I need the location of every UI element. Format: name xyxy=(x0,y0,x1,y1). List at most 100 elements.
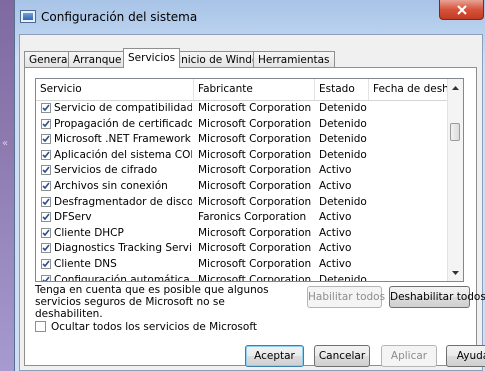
service-checkbox[interactable] xyxy=(41,180,51,191)
manufacturer-cell: Microsoft Corporation xyxy=(198,226,312,239)
service-checkbox[interactable] xyxy=(41,243,51,254)
service-name-cell: Aplicación del sistema COM+ xyxy=(54,148,192,161)
service-checkbox[interactable] xyxy=(41,118,51,129)
status-cell: Detenido xyxy=(319,133,367,146)
close-button[interactable] xyxy=(439,0,484,20)
table-row[interactable]: Diagnostics Tracking Service Microsoft Co… xyxy=(36,241,448,257)
checkmark-icon xyxy=(42,198,50,205)
status-cell: Detenido xyxy=(319,273,367,282)
manufacturer-cell: Microsoft Corporation xyxy=(198,257,312,270)
service-checkbox[interactable] xyxy=(41,165,51,176)
services-panel: Servicio Fabricante Estado Fecha de desh… xyxy=(24,67,485,366)
dialog-client-area: General Arranque Servicios Inicio de Win… xyxy=(19,34,485,371)
enable-all-button[interactable]: Habilitar todos xyxy=(307,286,385,308)
scroll-down-button[interactable] xyxy=(448,265,463,280)
service-checkbox[interactable] xyxy=(41,196,51,207)
manufacturer-cell: Microsoft Corporation xyxy=(198,117,312,130)
status-cell: Detenido xyxy=(319,117,367,130)
checkmark-icon xyxy=(42,182,50,190)
header-fabricante[interactable]: Fabricante xyxy=(194,79,315,100)
status-cell: Detenido xyxy=(319,148,367,161)
checkmark-icon xyxy=(42,276,50,281)
hide-ms-services-label: Ocultar todos los servicios de Microsoft xyxy=(51,321,257,333)
scroll-up-button[interactable] xyxy=(448,80,463,95)
service-name-cell: Cliente DNS xyxy=(54,257,117,270)
checkmark-icon xyxy=(42,213,50,221)
close-icon xyxy=(456,4,467,15)
checkmark-icon xyxy=(42,260,50,268)
service-name-cell: Servicios de cifrado xyxy=(54,164,158,177)
header-servicio[interactable]: Servicio xyxy=(36,79,194,100)
table-row[interactable]: Servicios de cifrado Microsoft Corporatio… xyxy=(36,163,448,179)
manufacturer-cell: Microsoft Corporation xyxy=(198,195,312,208)
status-cell: Activo xyxy=(319,211,352,224)
service-name-cell: Diagnostics Tracking Service xyxy=(54,242,192,255)
table-row[interactable]: Microsoft .NET Framework NGEN... Microsof… xyxy=(36,132,448,148)
table-row[interactable]: Aplicación del sistema COM+ Microsoft Cor… xyxy=(36,148,448,164)
service-name-cell: Configuración automática de red... xyxy=(54,273,192,282)
status-cell: Activo xyxy=(319,242,352,255)
apply-button[interactable]: Aplicar xyxy=(381,345,437,367)
system-config-window: Configuración del sistema General Arranq… xyxy=(14,0,485,371)
services-list[interactable]: Servicio Fabricante Estado Fecha de desh… xyxy=(35,78,464,282)
status-cell: Activo xyxy=(319,257,352,270)
tab-arranque[interactable]: Arranque xyxy=(68,51,127,67)
title-bar[interactable]: Configuración del sistema xyxy=(15,0,485,34)
status-cell: Activo xyxy=(319,164,352,177)
disable-all-button[interactable]: Deshabilitar todos xyxy=(389,286,485,308)
service-checkbox[interactable] xyxy=(41,103,51,113)
table-row[interactable]: Archivos sin conexión Microsoft Corporati… xyxy=(36,179,448,195)
scroll-thumb[interactable] xyxy=(450,123,460,141)
arrow-up-icon xyxy=(452,85,459,90)
service-name-cell: Microsoft .NET Framework NGEN... xyxy=(54,133,192,146)
service-checkbox[interactable] xyxy=(41,274,51,281)
checkmark-icon xyxy=(42,151,50,158)
vertical-scrollbar[interactable] xyxy=(447,79,463,281)
checkmark-icon xyxy=(42,120,50,127)
table-row[interactable]: Propagación de certificados Microsoft Cor… xyxy=(36,117,448,133)
status-cell: Activo xyxy=(319,179,352,192)
status-cell: Detenido xyxy=(319,102,367,114)
checkmark-icon xyxy=(42,104,50,112)
arrow-down-icon xyxy=(452,270,459,275)
service-name-cell: Cliente DHCP xyxy=(54,226,124,239)
info-note: Tenga en cuenta que es posible que algun… xyxy=(35,284,269,320)
table-row[interactable]: Configuración automática de red... Micros… xyxy=(36,273,448,282)
manufacturer-cell: Microsoft Corporation xyxy=(198,164,312,177)
status-cell: Activo xyxy=(319,226,352,239)
table-row[interactable]: Cliente DHCP Microsoft Corporation Activo xyxy=(36,226,448,242)
window-title: Configuración del sistema xyxy=(41,10,198,24)
service-checkbox[interactable] xyxy=(41,134,51,145)
hide-ms-services-checkbox[interactable] xyxy=(35,321,46,332)
manufacturer-cell: Faronics Corporation xyxy=(198,211,307,224)
table-row[interactable]: Servicio de compatibilidad con Bl... Micr… xyxy=(36,101,448,117)
service-checkbox[interactable] xyxy=(41,258,51,269)
ok-button[interactable]: Aceptar xyxy=(245,345,304,367)
help-button[interactable]: Ayuda xyxy=(446,345,485,367)
service-name-cell: Servicio de compatibilidad con Bl... xyxy=(54,102,192,114)
header-estado[interactable]: Estado xyxy=(315,79,369,100)
service-name-cell: Archivos sin conexión xyxy=(54,179,168,192)
manufacturer-cell: Microsoft Corporation xyxy=(198,242,312,255)
manufacturer-cell: Microsoft Corporation xyxy=(198,148,312,161)
service-name-cell: Desfragmentador de disco xyxy=(54,195,192,208)
table-row[interactable]: DFServ Faronics Corporation Activo xyxy=(36,210,448,226)
checkmark-icon xyxy=(42,166,50,174)
checkmark-icon xyxy=(42,229,50,236)
manufacturer-cell: Microsoft Corporation xyxy=(198,133,312,146)
tab-servicios[interactable]: Servicios xyxy=(123,48,181,68)
cancel-button[interactable]: Cancelar xyxy=(314,345,370,367)
service-checkbox[interactable] xyxy=(41,212,51,223)
table-row[interactable]: Desfragmentador de disco Microsoft Corpor… xyxy=(36,195,448,211)
status-cell: Detenido xyxy=(319,195,367,208)
checkmark-icon xyxy=(42,244,50,252)
header-fecha[interactable]: Fecha de desha... xyxy=(369,79,448,100)
service-checkbox[interactable] xyxy=(41,227,51,238)
desktop-background: « xyxy=(0,0,14,371)
service-name-cell: Propagación de certificados xyxy=(54,117,192,130)
service-checkbox[interactable] xyxy=(41,149,51,160)
tab-herramientas[interactable]: Herramientas xyxy=(253,51,335,67)
service-name-cell: DFServ xyxy=(54,211,92,224)
table-row[interactable]: Cliente DNS Microsoft Corporation Activo xyxy=(36,257,448,273)
manufacturer-cell: Microsoft Corporation xyxy=(198,273,312,282)
